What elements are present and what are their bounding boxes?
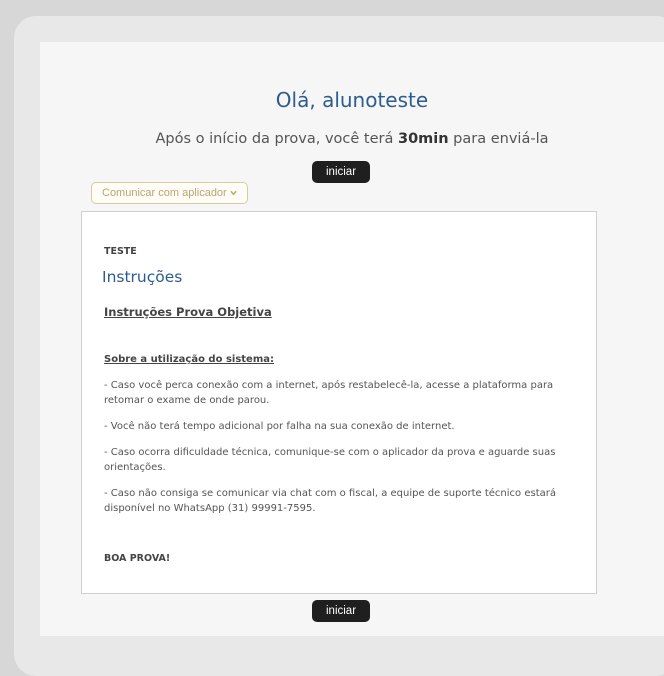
instruction-paragraph: - Você não terá tempo adicional por falh… [104,421,455,432]
start-button-top[interactable]: iniciar [312,161,371,183]
instructions-subtitle: Instruções Prova Objetiva [104,305,272,319]
contact-proctor-button[interactable]: Comunicar com aplicador [91,182,248,204]
page-title: Olá, alunoteste [275,88,429,112]
start-button-bottom[interactable]: iniciar [312,600,371,622]
instructions-title: Instruções [102,268,183,286]
instruction-paragraph: - Caso não consiga se comunicar via chat… [104,488,556,514]
instruction-paragraph: - Caso ocorra dificuldade técnica, comun… [104,447,556,473]
closing-message: BOA PROVA! [104,553,171,564]
duration-value: 30min [397,131,449,147]
duration-prefix: Após o início da prova, você terá [155,131,398,147]
exam-label: TESTE [104,246,137,257]
instruction-paragraph: - Caso você perca conexão com a internet… [104,380,554,406]
contact-proctor-label: Comunicar com aplicador [102,187,227,199]
duration-info: Após o início da prova, você terá 30min … [40,131,664,147]
chevron-down-icon [230,187,237,199]
system-usage-heading: Sobre a utilização do sistema: [104,354,275,365]
exam-panel: Olá, alunoteste Após o início da prova, … [40,42,664,636]
instructions-box: TESTE Instruções Instruções Prova Objeti… [81,211,597,594]
duration-suffix: para enviá-la [448,131,549,147]
